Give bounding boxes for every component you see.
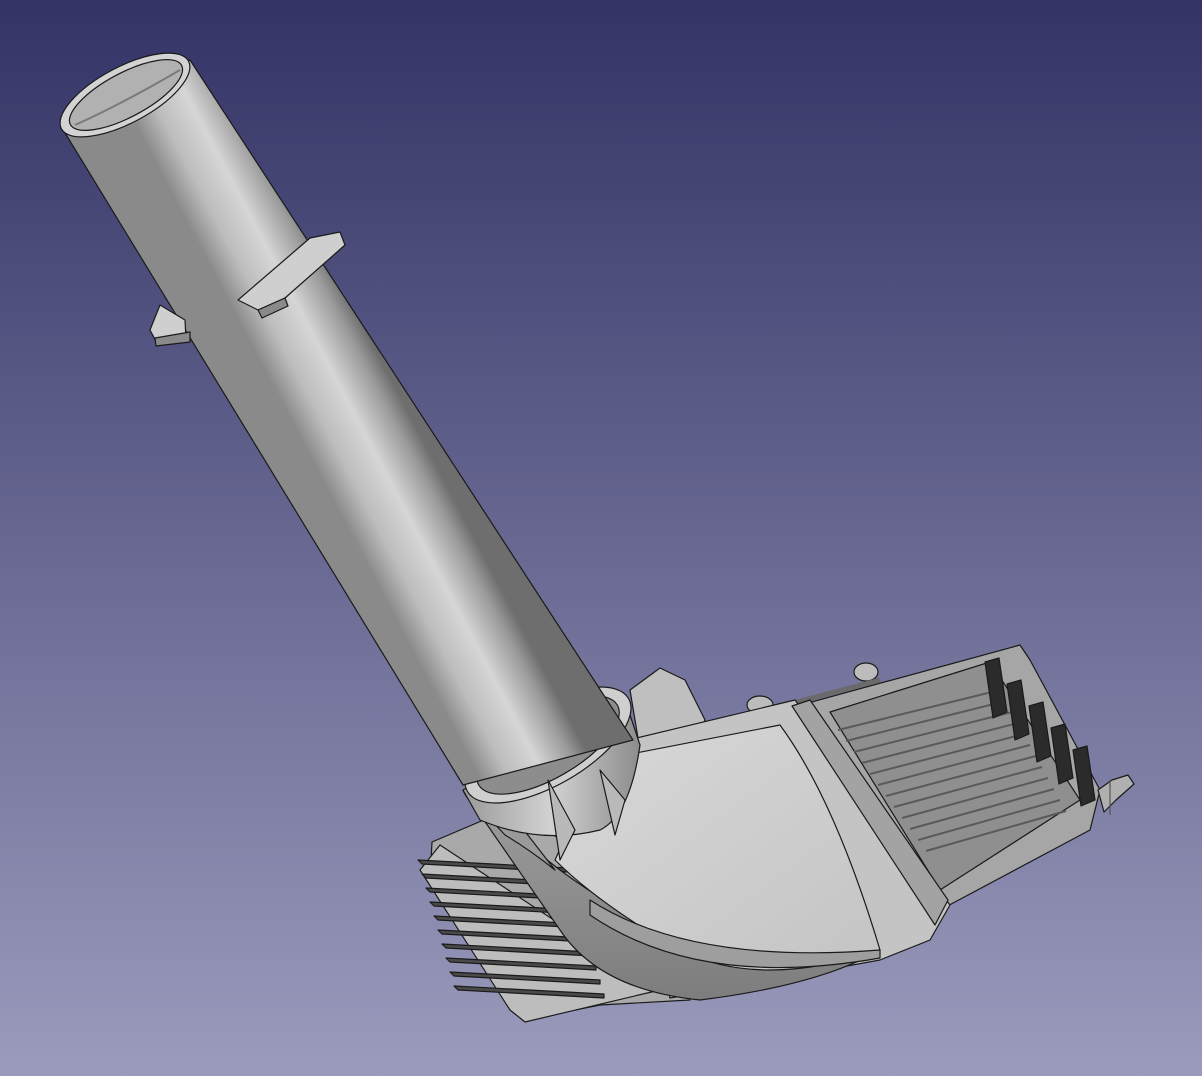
top-knob-1: [853, 662, 879, 682]
3d-viewport[interactable]: [0, 0, 1202, 1076]
3d-view-canvas[interactable]: [0, 0, 1202, 1076]
